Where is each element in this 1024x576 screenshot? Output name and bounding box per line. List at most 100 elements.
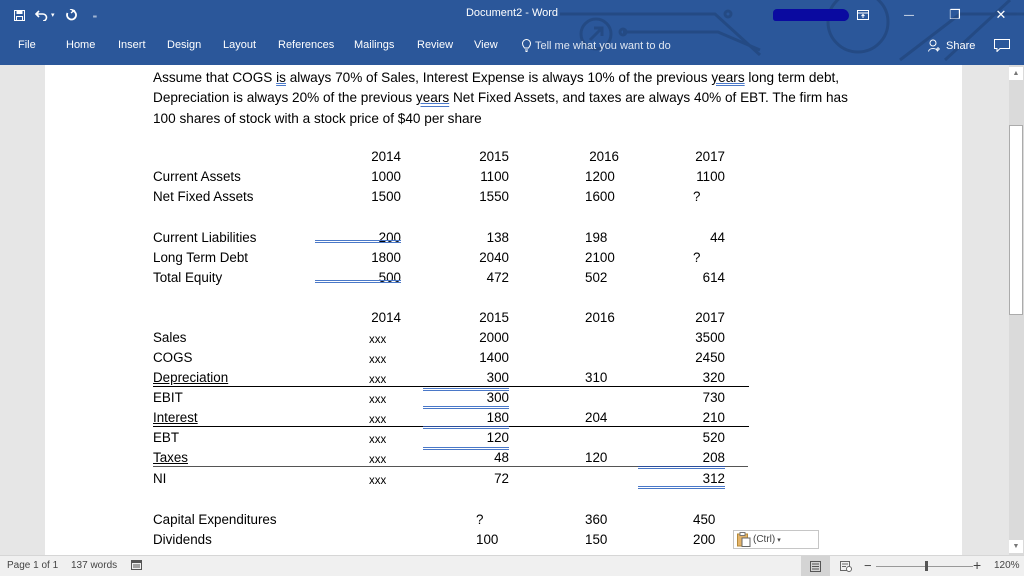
grammar-flag[interactable]: years — [711, 70, 744, 85]
zoom-slider-thumb[interactable] — [925, 561, 928, 571]
table-cell: 120 — [585, 450, 608, 465]
table-cell: 198 — [585, 230, 608, 245]
tab-file[interactable]: File — [18, 39, 36, 51]
tab-view[interactable]: View — [474, 39, 498, 51]
table-cell: 614 — [702, 270, 725, 285]
table-cell: xxx — [369, 475, 387, 487]
table-cell: xxx — [369, 354, 387, 366]
table-cell: 1000 — [371, 169, 401, 184]
table-cell: 150 — [585, 532, 608, 547]
table-cell: 138 — [486, 230, 509, 245]
cell-border — [423, 447, 509, 450]
table-cell: 180 — [486, 410, 509, 425]
ribbon-display-options-icon[interactable] — [840, 0, 886, 30]
row-label: Dividends — [153, 532, 212, 547]
share-label: Share — [946, 39, 976, 52]
table-cell: 2000 — [479, 330, 509, 345]
scroll-thumb[interactable] — [1009, 125, 1023, 315]
paste-options-label: (Ctrl) — [753, 534, 776, 545]
table-cell: 210 — [702, 410, 725, 425]
vertical-scrollbar[interactable]: ▲ ▼ — [1009, 65, 1024, 555]
year-header: 2016 — [589, 149, 619, 164]
table-cell: 502 — [585, 270, 608, 285]
table-cell: 2100 — [585, 250, 615, 265]
table-cell: 48 — [494, 450, 509, 465]
table-cell: 1100 — [696, 169, 725, 184]
window-controls: — ❐ ✕ — [840, 0, 1024, 30]
share-button[interactable]: Share — [928, 39, 975, 52]
proofing-icon[interactable] — [131, 559, 142, 573]
table-cell: 360 — [585, 512, 608, 527]
table-cell: 320 — [702, 370, 725, 385]
tab-references[interactable]: References — [278, 39, 334, 51]
web-layout-icon[interactable] — [833, 556, 859, 576]
table-rule — [153, 386, 749, 387]
tab-insert[interactable]: Insert — [118, 39, 146, 51]
cell-border — [423, 406, 509, 409]
word-count[interactable]: 137 words — [71, 560, 117, 571]
paste-options-button[interactable]: (Ctrl) ▾ — [733, 530, 819, 549]
zoom-in-button[interactable]: + — [973, 557, 981, 573]
year-header: 2015 — [479, 310, 509, 325]
tab-home[interactable]: Home — [66, 39, 95, 51]
tell-me-search[interactable]: Tell me what you want to do — [522, 39, 671, 52]
redacted-account-name — [773, 9, 849, 21]
table-cell: xxx — [369, 334, 387, 346]
table-cell: 1400 — [479, 350, 509, 365]
grammar-flag[interactable]: is — [276, 70, 286, 85]
table-cell: 204 — [585, 410, 608, 425]
table-cell: 300 — [486, 390, 509, 405]
intro-paragraph: Assume that COGS is always 70% of Sales,… — [153, 68, 853, 129]
zoom-out-button[interactable]: − — [864, 558, 872, 573]
cell-border — [423, 388, 509, 391]
cell-border — [315, 280, 401, 283]
cell-border — [638, 486, 725, 489]
table-cell: 200 — [378, 230, 401, 245]
table-cell: 208 — [702, 450, 725, 465]
table-cell: ? — [693, 250, 701, 265]
row-label: Net Fixed Assets — [153, 189, 254, 204]
table-cell: 1500 — [371, 189, 401, 204]
comments-icon[interactable] — [994, 39, 1010, 55]
row-label: Current Liabilities — [153, 230, 257, 245]
table-cell: 100 — [476, 532, 499, 547]
table-cell: 520 — [702, 430, 725, 445]
table-cell: 200 — [693, 532, 716, 547]
lightbulb-icon — [522, 39, 531, 52]
table-cell: ? — [476, 512, 484, 527]
zoom-level[interactable]: 120% — [994, 560, 1020, 571]
tab-design[interactable]: Design — [167, 39, 201, 51]
minimize-icon[interactable]: — — [886, 0, 932, 30]
tab-layout[interactable]: Layout — [223, 39, 256, 51]
document-canvas: Assume that COGS is always 70% of Sales,… — [0, 65, 1009, 555]
grammar-flag[interactable]: years — [416, 90, 449, 105]
table-cell: xxx — [369, 434, 387, 446]
print-layout-button[interactable] — [801, 556, 830, 576]
table-cell: 2450 — [695, 350, 725, 365]
table-cell: 300 — [486, 370, 509, 385]
scroll-down-icon[interactable]: ▼ — [1009, 540, 1023, 553]
tab-mailings[interactable]: Mailings — [354, 39, 394, 51]
table-cell: xxx — [369, 394, 387, 406]
restore-icon[interactable]: ❐ — [932, 0, 978, 30]
close-icon[interactable]: ✕ — [978, 0, 1024, 30]
table-cell: 2040 — [479, 250, 509, 265]
table-cell: ? — [693, 189, 701, 204]
table-cell: 312 — [702, 471, 725, 486]
intro-text: always 70% of Sales, Interest Expense is… — [285, 70, 712, 85]
row-label: EBT — [153, 430, 180, 445]
table-cell: 120 — [486, 430, 509, 445]
table-cell: 1100 — [480, 169, 509, 184]
scroll-up-icon[interactable]: ▲ — [1009, 67, 1023, 80]
tab-review[interactable]: Review — [417, 39, 453, 51]
table-cell: 1800 — [371, 250, 401, 265]
row-label: Total Equity — [153, 270, 223, 285]
row-label: Capital Expenditures — [153, 512, 277, 527]
intro-text: Assume that COGS — [153, 70, 277, 85]
year-header: 2015 — [479, 149, 509, 164]
cell-border — [638, 466, 725, 469]
row-label: NI — [153, 471, 167, 486]
page-count[interactable]: Page 1 of 1 — [7, 560, 58, 571]
document-page[interactable]: Assume that COGS is always 70% of Sales,… — [45, 65, 962, 555]
year-header: 2017 — [695, 149, 725, 164]
